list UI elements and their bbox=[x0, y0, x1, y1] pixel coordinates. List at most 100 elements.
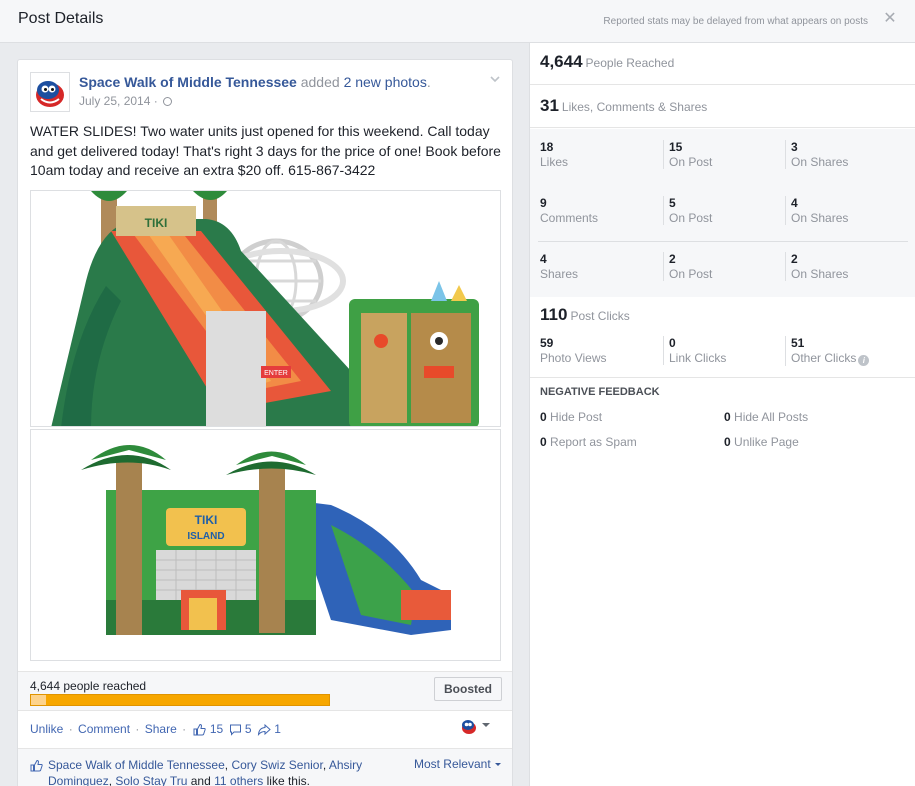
comments-count[interactable]: 5 bbox=[245, 722, 252, 736]
post-card: Space Walk of Middle Tennessee added 2 n… bbox=[17, 59, 513, 786]
shares-on-post: 2 bbox=[669, 252, 676, 266]
reach-text: 4,644 people reached bbox=[30, 679, 147, 693]
post-date-line: July 25, 2014 · bbox=[79, 94, 173, 108]
other-clicks-label-line: Other Clicks i bbox=[791, 351, 870, 366]
photo2-sign-line2: ISLAND bbox=[187, 531, 224, 542]
comments-on-shares-label: On Shares bbox=[791, 211, 849, 225]
boosted-button[interactable]: Boosted bbox=[434, 677, 502, 701]
likes-on-shares: 3 bbox=[791, 140, 798, 154]
post-header-line: Space Walk of Middle Tennessee added 2 n… bbox=[79, 74, 431, 90]
report-spam-stat: 0 Report as Spam bbox=[540, 435, 637, 449]
shares-on-shares: 2 bbox=[791, 252, 798, 266]
dialog-header: Post Details Reported stats may be delay… bbox=[0, 0, 915, 43]
unlike-page-label: Unlike Page bbox=[734, 435, 799, 449]
like-this-text: like this. bbox=[263, 774, 310, 786]
negative-feedback-title: NEGATIVE FEEDBACK bbox=[540, 386, 660, 398]
shares-on-shares-label: On Shares bbox=[791, 267, 849, 281]
reach-progress-bar bbox=[30, 694, 330, 706]
comment-bubble-icon bbox=[229, 723, 242, 739]
likes-on-shares-label: On Shares bbox=[791, 155, 849, 169]
people-reached-label: People Reached bbox=[585, 56, 675, 70]
share-arrow-icon bbox=[257, 723, 271, 739]
date-separator: · bbox=[150, 94, 162, 108]
post-date[interactable]: July 25, 2014 bbox=[79, 94, 150, 108]
likers-text: Space Walk of Middle Tennessee, Cory Swi… bbox=[48, 757, 388, 786]
post-photo-1[interactable]: TIKI ENTER bbox=[30, 190, 501, 427]
thumbs-up-icon bbox=[30, 759, 43, 775]
and-text: and bbox=[187, 774, 215, 786]
hide-all-label: Hide All Posts bbox=[734, 410, 809, 424]
comments-total-label: Comments bbox=[540, 211, 599, 225]
page-avatar[interactable] bbox=[30, 72, 70, 112]
comments-on-post-label: On Post bbox=[669, 211, 713, 225]
shares-total: 4 bbox=[540, 252, 547, 266]
likers-row: Space Walk of Middle Tennessee, Cory Swi… bbox=[18, 748, 512, 786]
post-photo-2[interactable]: TIKI ISLAND bbox=[30, 429, 501, 661]
post-message: WATER SLIDES! Two water units just opene… bbox=[30, 123, 501, 178]
stats-delay-note: Reported stats may be delayed from what … bbox=[603, 16, 868, 27]
action-period: . bbox=[426, 74, 431, 90]
other-clicks-label: Other Clicks bbox=[791, 351, 857, 365]
post-clicks-section: 110 Post Clicks 59 Photo Views 0 Link Click… bbox=[530, 296, 915, 378]
photo-views-label: Photo Views bbox=[540, 351, 607, 365]
likes-total: 18 bbox=[540, 140, 554, 154]
unlike-page-stat: 0 Unlike Page bbox=[724, 435, 799, 449]
other-clicks-number: 51 bbox=[791, 336, 805, 350]
hide-post-stat: 0 Hide Post bbox=[540, 410, 602, 424]
comments-on-shares: 4 bbox=[791, 196, 798, 210]
sort-dropdown[interactable]: Most Relevant bbox=[414, 757, 502, 771]
engagement-label: Likes, Comments & Shares bbox=[561, 100, 708, 114]
people-reached-section: 4,644 People Reached bbox=[530, 43, 915, 85]
hide-all-posts-stat: 0 Hide All Posts bbox=[724, 410, 808, 424]
hide-all-number: 0 bbox=[724, 410, 731, 424]
unlike-page-number: 0 bbox=[724, 435, 731, 449]
shares-total-label: Shares bbox=[540, 267, 579, 281]
photo1-sign-text: TIKI bbox=[145, 216, 168, 230]
engagement-section: 31 Likes, Comments & Shares bbox=[530, 85, 915, 128]
post-reach-bar: 4,644 people reached Boosted bbox=[18, 671, 512, 711]
mascot-mini-icon bbox=[462, 720, 476, 734]
photos-link[interactable]: 2 new photos bbox=[344, 74, 427, 90]
comment-link[interactable]: Comment bbox=[78, 722, 130, 736]
stats-panel: 4,644 People Reached 31 Likes, Comments & … bbox=[529, 43, 915, 786]
photo2-sign-line1: TIKI bbox=[195, 513, 218, 527]
photo-views-number: 59 bbox=[540, 336, 554, 350]
liker-link[interactable]: Space Walk of Middle Tennessee bbox=[48, 758, 225, 772]
close-icon[interactable]: ✕ bbox=[883, 11, 897, 27]
photo1-tag-text: ENTER bbox=[264, 370, 288, 377]
post-area: Space Walk of Middle Tennessee added 2 n… bbox=[0, 43, 529, 786]
likes-on-post: 15 bbox=[669, 140, 683, 154]
action-separator: · bbox=[182, 722, 187, 736]
likes-stats-row: 18 Likes 15 On Post 3 On Shares bbox=[530, 129, 915, 185]
liker-link[interactable]: Solo Stay Tru bbox=[115, 774, 187, 786]
caret-down-icon bbox=[482, 723, 490, 727]
chevron-down-icon[interactable] bbox=[488, 72, 502, 86]
post-actions: Unlike · Comment · Share · 15 5 1 bbox=[30, 722, 281, 739]
comments-stats-row: 9 Comments 5 On Post 4 On Shares bbox=[530, 185, 915, 241]
mascot-logo-icon bbox=[31, 73, 69, 111]
info-icon[interactable]: i bbox=[858, 355, 870, 366]
comments-total: 9 bbox=[540, 196, 547, 210]
link-clicks-number: 0 bbox=[669, 336, 676, 350]
shares-on-post-label: On Post bbox=[669, 267, 713, 281]
dialog-title: Post Details bbox=[18, 10, 104, 27]
others-link[interactable]: 11 others bbox=[214, 774, 263, 786]
page-name-link[interactable]: Space Walk of Middle Tennessee bbox=[79, 74, 297, 90]
globe-icon bbox=[163, 97, 173, 106]
organic-reach-fill bbox=[31, 695, 46, 705]
link-clicks-label: Link Clicks bbox=[669, 351, 727, 365]
caret-down-icon bbox=[495, 763, 501, 766]
unlike-link[interactable]: Unlike bbox=[30, 722, 63, 736]
post-clicks-number: 110 bbox=[540, 305, 568, 324]
shares-count[interactable]: 1 bbox=[274, 722, 281, 736]
hide-post-label: Hide Post bbox=[550, 410, 603, 424]
action-text: added bbox=[296, 74, 344, 90]
share-link[interactable]: Share bbox=[145, 722, 177, 736]
actor-selector[interactable] bbox=[460, 716, 500, 736]
row-divider bbox=[538, 241, 908, 242]
liker-link[interactable]: Cory Swiz Senior bbox=[231, 758, 322, 772]
likes-count[interactable]: 15 bbox=[210, 722, 223, 736]
hide-post-number: 0 bbox=[540, 410, 547, 424]
thumbs-up-icon bbox=[193, 723, 207, 739]
post-clicks-label: Post Clicks bbox=[570, 309, 630, 323]
